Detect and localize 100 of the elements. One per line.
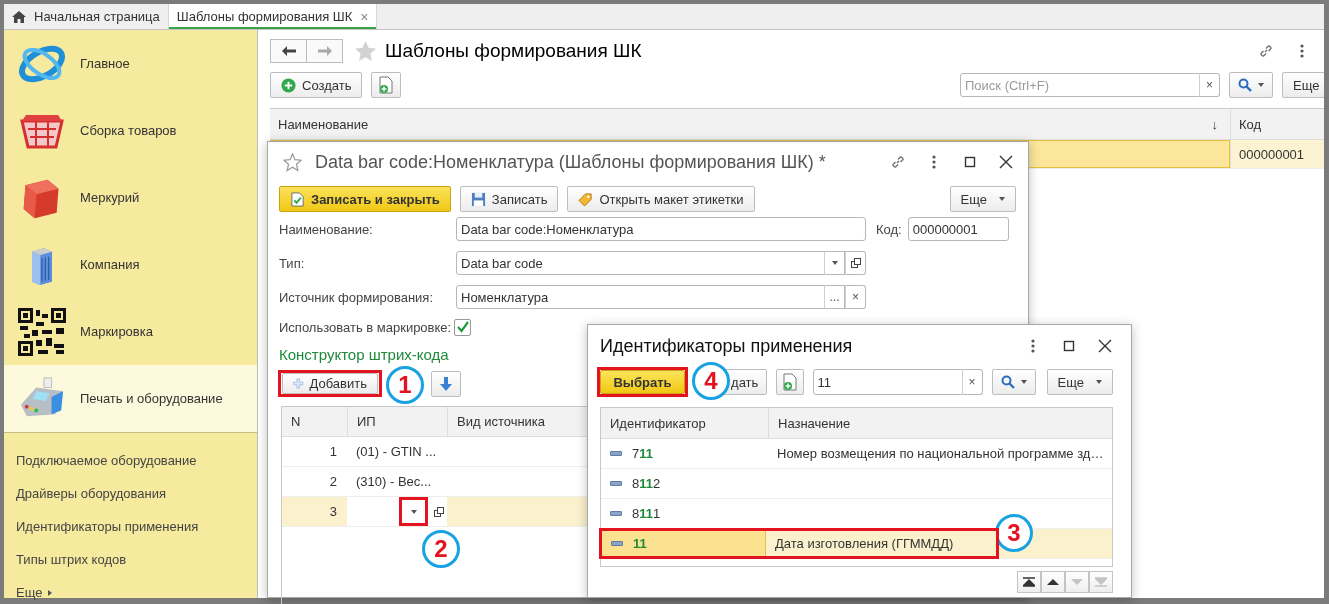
copy-button[interactable] <box>776 369 804 395</box>
copy-button[interactable] <box>371 72 402 98</box>
table-cell: 3 <box>282 497 347 526</box>
create-button[interactable]: Создать <box>270 72 363 98</box>
item-icon <box>610 511 622 516</box>
open-label-button[interactable]: Открыть макет этикетки <box>567 186 755 212</box>
item-icon <box>610 481 622 486</box>
table-cell-text: 1 <box>328 443 338 461</box>
type-field[interactable]: Data bar code <box>456 251 825 275</box>
column-header[interactable]: Идентификатор <box>601 408 768 438</box>
sidebar-link[interactable]: Подключаемое оборудование <box>4 444 257 477</box>
search-icon <box>1238 78 1252 92</box>
triangle-icon <box>1071 577 1083 587</box>
tab[interactable]: Начальная страница <box>4 4 169 29</box>
dialog-title: Data bar code:Номенклатура (Шаблоны формирования ШК) * <box>315 151 826 173</box>
link-icon[interactable] <box>1258 43 1274 59</box>
floppy-icon <box>470 191 486 207</box>
source-field[interactable]: Номенклатура <box>456 285 825 309</box>
field-label: Наименование: <box>279 221 374 237</box>
back-arrow-icon <box>281 46 296 56</box>
qr-code-icon <box>18 307 66 356</box>
maximize-icon[interactable] <box>1061 338 1077 354</box>
table-cell: 000000001 <box>1230 140 1324 168</box>
field-label: Использовать в маркировке: <box>279 319 452 335</box>
document-check-icon <box>290 191 305 207</box>
section-item[interactable]: Маркировка <box>4 298 257 365</box>
sidebar-link[interactable]: Типы штрих кодов <box>4 543 257 576</box>
column-header[interactable]: Назначение <box>768 408 1112 438</box>
more-button[interactable]: Еще <box>1282 72 1324 98</box>
column-header[interactable]: N <box>282 407 347 436</box>
jump-arrow-icon <box>1095 577 1107 587</box>
orbit-icon <box>18 43 66 84</box>
tag-icon <box>578 191 594 207</box>
item-icon <box>610 451 622 456</box>
home-icon <box>12 10 26 23</box>
clear-button[interactable]: × <box>961 369 983 395</box>
clear-button[interactable]: × <box>845 285 866 309</box>
field-label: Тип: <box>279 255 306 271</box>
maximize-icon[interactable] <box>962 154 978 170</box>
tab[interactable]: Шаблоны формирования ШК × <box>168 4 378 29</box>
link-icon[interactable] <box>890 154 906 170</box>
open-icon[interactable] <box>434 506 444 517</box>
checkbox[interactable] <box>454 318 472 336</box>
search-dropdown[interactable] <box>991 369 1036 395</box>
close-icon[interactable] <box>998 154 1014 170</box>
down-arrow-icon <box>440 376 452 391</box>
table-cell-text: 2 <box>328 473 338 491</box>
add-button[interactable]: Добавить <box>282 373 378 394</box>
triangle-icon <box>1047 577 1059 587</box>
column-header[interactable]: Код <box>1230 109 1324 139</box>
table-cell: 8112 <box>632 476 661 491</box>
section-item[interactable]: Меркурий <box>4 164 257 231</box>
select-button[interactable]: Выбрать <box>600 370 685 394</box>
sidebar-link[interactable]: Драйверы оборудования <box>4 477 257 510</box>
sidebar-link[interactable]: Идентификаторы применения <box>4 510 257 543</box>
search-field[interactable]: Поиск (Ctrl+F) <box>960 73 1200 97</box>
section-item[interactable]: Сборка товаров <box>4 97 257 164</box>
jump-arrow-icon <box>1023 577 1035 587</box>
item-icon <box>611 541 623 546</box>
forward-arrow-icon <box>317 46 332 56</box>
table-cell: Дата изготовления (ГГММДД) <box>775 536 954 551</box>
plus-icon <box>281 77 296 93</box>
field-label: Код: <box>876 221 902 237</box>
code-field[interactable]: 000000001 <box>907 217 1009 241</box>
column-header[interactable]: ИП <box>347 407 447 436</box>
field-label: Источник формирования: <box>279 289 434 305</box>
section-item[interactable]: Компания <box>4 231 257 298</box>
table-cell: 8111 <box>632 506 661 521</box>
save-close-button[interactable]: Записать и закрыть <box>279 186 451 212</box>
save-button[interactable]: Записать <box>459 186 559 212</box>
page-title: Шаблоны формирования ШК <box>385 40 642 62</box>
close-icon[interactable]: × <box>360 8 369 25</box>
search-dropdown[interactable] <box>1229 72 1273 98</box>
more-button[interactable]: Еще <box>949 186 1016 212</box>
section-item[interactable]: Главное <box>4 30 257 97</box>
clear-button[interactable]: × <box>1199 73 1220 97</box>
document-plus-icon <box>781 373 798 391</box>
star-icon[interactable] <box>283 152 302 172</box>
section-item[interactable]: Печать и оборудование <box>4 365 257 433</box>
close-icon[interactable] <box>1097 338 1113 354</box>
up-button[interactable] <box>1041 571 1065 593</box>
open-button[interactable] <box>845 251 866 275</box>
move-down-button[interactable] <box>431 370 461 397</box>
table-cell-text: (01) - GTIN ... <box>355 443 438 461</box>
dialog-title: Идентификаторы применения <box>600 335 853 357</box>
open-icon <box>850 258 861 268</box>
search-field[interactable]: 11 <box>812 369 963 395</box>
section-title: Конструктор штрих-кода <box>279 346 449 365</box>
star-icon[interactable] <box>355 40 376 62</box>
column-header[interactable]: Наименование <box>270 109 1212 139</box>
choose-button[interactable]: ... <box>824 285 845 309</box>
more-link[interactable]: Еще <box>16 576 43 604</box>
table-cell: 11 <box>633 536 647 551</box>
search-icon <box>1000 375 1015 389</box>
table-cell: 711 <box>632 446 653 461</box>
more-button[interactable]: Еще <box>1046 369 1113 395</box>
first-button[interactable] <box>1017 571 1041 593</box>
name-field[interactable]: Data bar code:Номенклатура <box>456 217 866 241</box>
back-button[interactable] <box>270 39 307 63</box>
table-cell-text: (310) - Вес... <box>355 473 433 491</box>
